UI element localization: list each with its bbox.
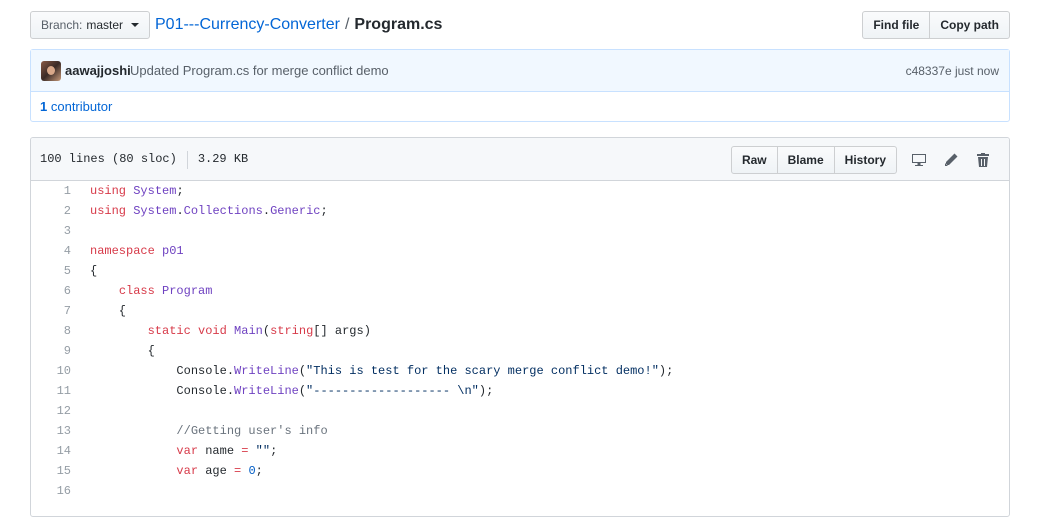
- code-content: Console.WriteLine("------------------- \…: [90, 384, 494, 398]
- code-content: var name = "";: [176, 444, 278, 458]
- code-line: 3: [31, 221, 1009, 241]
- copy-path-button[interactable]: Copy path: [929, 11, 1010, 39]
- find-file-button[interactable]: Find file: [862, 11, 931, 39]
- branch-name: master: [86, 18, 124, 32]
- line-number[interactable]: 4: [31, 241, 71, 261]
- breadcrumb-separator: /: [344, 16, 350, 33]
- file-actions: Raw Blame History: [730, 146, 999, 174]
- line-number[interactable]: 1: [31, 181, 71, 201]
- commit-message-link[interactable]: Updated Program.cs for merge conflict de…: [130, 50, 389, 92]
- line-number[interactable]: 13: [31, 421, 71, 441]
- commit-time: just now: [954, 64, 999, 78]
- code-content: [71, 401, 90, 421]
- code-content: var age = 0;: [176, 464, 263, 478]
- line-number[interactable]: 10: [31, 361, 71, 381]
- code-content: [71, 221, 90, 241]
- code-content: class Program: [118, 284, 213, 298]
- code-line: 2 using System.Collections.Generic;: [31, 201, 1009, 221]
- contributors-link[interactable]: 1 contributor: [40, 99, 112, 114]
- line-number[interactable]: 11: [31, 381, 71, 401]
- code-line: 7 {: [31, 301, 1009, 321]
- avatar[interactable]: [41, 61, 61, 81]
- contributors-label: contributor: [50, 99, 113, 114]
- code-line: 11 Console.WriteLine("------------------…: [31, 381, 1009, 401]
- file-size: 3.29 KB: [197, 152, 249, 166]
- code-content: //Getting user's info: [176, 424, 328, 438]
- file-viewer: 100 lines (80 sloc) 3.29 KB Raw Blame Hi…: [30, 137, 1010, 517]
- line-number[interactable]: 16: [31, 481, 71, 501]
- contributors-count: 1: [40, 99, 48, 114]
- file-view-buttons: Raw Blame History: [730, 146, 897, 174]
- code-line: 8 static void Main(string[] args): [31, 321, 1009, 341]
- desktop-icon[interactable]: [903, 146, 935, 174]
- file-info-divider: [186, 150, 188, 169]
- branch-select-button[interactable]: Branch: master: [30, 11, 151, 39]
- code-line: 16: [31, 481, 1009, 501]
- contributors-row: 1 contributor: [31, 92, 1009, 122]
- line-number[interactable]: 12: [31, 401, 71, 421]
- line-number[interactable]: 5: [31, 261, 71, 281]
- line-number[interactable]: 15: [31, 461, 71, 481]
- line-number[interactable]: 3: [31, 221, 71, 241]
- pencil-icon[interactable]: [935, 146, 967, 174]
- line-number[interactable]: 14: [31, 441, 71, 461]
- file-header: 100 lines (80 sloc) 3.29 KB Raw Blame Hi…: [31, 138, 1009, 181]
- line-number[interactable]: 6: [31, 281, 71, 301]
- caret-down-icon: [131, 23, 140, 27]
- breadcrumb: P01---Currency-Converter / Program.cs: [155, 11, 442, 39]
- line-number[interactable]: 2: [31, 201, 71, 221]
- file-line-count: 100 lines (80 sloc): [40, 152, 177, 166]
- code-line: 13 //Getting user's info: [31, 421, 1009, 441]
- commit-meta: c48337e just now: [906, 50, 999, 92]
- history-button[interactable]: History: [833, 146, 897, 174]
- line-number[interactable]: 7: [31, 301, 71, 321]
- code-content: [71, 481, 90, 501]
- code-line: 10 Console.WriteLine("This is test for t…: [31, 361, 1009, 381]
- file-navigation: Branch: master P01---Currency-Converter /…: [30, 11, 1010, 39]
- code-content: static void Main(string[] args): [147, 324, 371, 338]
- trash-icon[interactable]: [967, 146, 999, 174]
- code-line: 4 namespace p01: [31, 241, 1009, 261]
- code-line: 6 class Program: [31, 281, 1009, 301]
- branch-prefix: Branch:: [41, 18, 83, 32]
- file-nav-buttons: Find file Copy path: [862, 11, 1010, 39]
- commit-author-link[interactable]: aawajjoshi: [65, 50, 131, 92]
- line-number[interactable]: 9: [31, 341, 71, 361]
- line-number[interactable]: 8: [31, 321, 71, 341]
- code-content: namespace p01: [90, 244, 184, 258]
- file-name: Program.cs: [354, 16, 443, 33]
- code-content: Console.WriteLine("This is test for the …: [90, 364, 674, 378]
- latest-commit-row: aawajjoshi Updated Program.cs for merge …: [31, 50, 1009, 92]
- code-line: 9 {: [31, 341, 1009, 361]
- code-content: using System.Collections.Generic;: [90, 204, 328, 218]
- code-line: 5{: [31, 261, 1009, 281]
- code-line: 15 var age = 0;: [31, 461, 1009, 481]
- raw-button[interactable]: Raw: [730, 146, 778, 174]
- code-line: 14 var name = "";: [31, 441, 1009, 461]
- file-info: 100 lines (80 sloc) 3.29 KB: [40, 138, 248, 181]
- code-content: {: [90, 344, 155, 358]
- code-content: using System;: [90, 184, 184, 198]
- code-content: {: [90, 304, 127, 318]
- code-line: 12: [31, 401, 1009, 421]
- code-line: 1 using System;: [31, 181, 1009, 201]
- blame-button[interactable]: Blame: [776, 146, 835, 174]
- repo-link[interactable]: P01---Currency-Converter: [155, 16, 340, 33]
- commit-tease: aawajjoshi Updated Program.cs for merge …: [30, 49, 1010, 122]
- code-content: {: [90, 264, 98, 278]
- code-table: 1 using System; 2 using System.Collections.…: [31, 181, 1009, 501]
- commit-sha-link[interactable]: c48337e: [906, 64, 952, 78]
